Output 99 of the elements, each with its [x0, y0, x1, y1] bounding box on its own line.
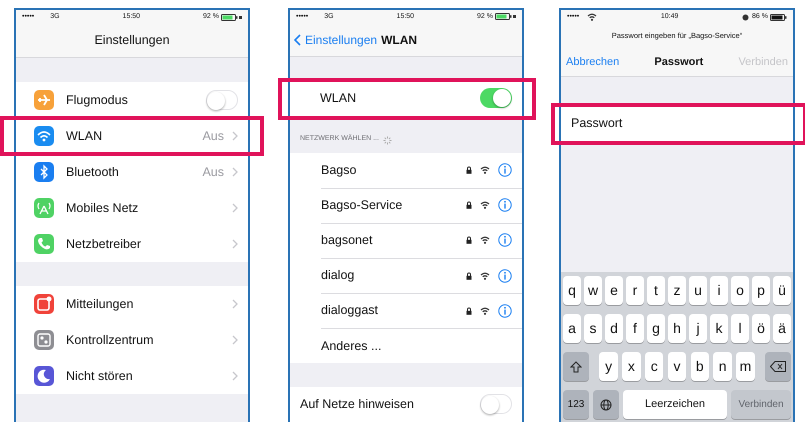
keyboard-key[interactable]: n	[713, 352, 732, 381]
chevron-icon	[232, 299, 238, 309]
settings-row[interactable]: WLAN	[290, 80, 522, 116]
chevron-icon	[232, 371, 238, 381]
settings-row[interactable]: Auf Netze hinweisen	[290, 386, 522, 422]
screen-title: WLAN	[381, 32, 418, 49]
shift-arrow-icon	[570, 360, 582, 372]
network-name: Bagso	[321, 162, 358, 179]
network-name: dialog	[321, 267, 356, 284]
keyboard-key[interactable]: w	[584, 276, 602, 305]
info-icon[interactable]	[498, 268, 512, 283]
keyboard-key[interactable]: j	[689, 314, 707, 343]
keyboard-key[interactable]: c	[644, 352, 664, 381]
toggle-switch[interactable]	[480, 88, 512, 108]
keyboard-key[interactable]: d	[605, 314, 623, 343]
chevron-icon	[232, 335, 238, 345]
settings-row[interactable]: Kontrollzentrum	[16, 322, 248, 358]
settings-row[interactable]: Flugmodus	[16, 82, 248, 118]
keyboard-key[interactable]: y	[599, 352, 618, 381]
keyboard-key[interactable]: v	[668, 352, 686, 381]
wifi-icon	[587, 13, 598, 21]
keyboard-key[interactable]: p	[752, 276, 770, 305]
settings-row[interactable]: Nicht stören	[16, 358, 248, 394]
spinner-icon	[382, 136, 392, 145]
network-row[interactable]: Bagso-Service	[290, 188, 522, 223]
keyboard-key[interactable]: e	[605, 276, 623, 305]
row-label: Flugmodus	[66, 92, 129, 109]
chevron-icon	[232, 239, 238, 249]
network-name: dialoggast	[321, 302, 379, 320]
keyboard-key[interactable]: h	[668, 314, 686, 343]
backspace-icon	[770, 361, 786, 372]
info-icon[interactable]	[498, 163, 512, 178]
back-chevron-icon	[294, 34, 301, 46]
network-row[interactable]: dialog	[290, 258, 522, 294]
keyboard-key[interactable]: g	[647, 314, 665, 343]
wifi-icon	[480, 201, 490, 210]
network-name: bagsonet	[321, 232, 374, 250]
screen-title: Passwort	[654, 54, 704, 70]
keyboard-key[interactable]: k	[710, 314, 728, 343]
settings-row[interactable]: Bluetooth Aus	[16, 154, 248, 190]
row-label: WLAN	[320, 90, 358, 107]
row-label: WLAN	[66, 128, 104, 145]
keyboard-key[interactable]: i	[710, 276, 728, 305]
screen-title: Einstellungen	[94, 32, 170, 50]
row-label: Bluetooth	[66, 164, 120, 181]
keyboard-key[interactable]: t	[647, 276, 665, 305]
network-row[interactable]: dialoggast	[290, 293, 522, 328]
globe-icon	[600, 398, 612, 410]
row-label: Mobiles Netz	[66, 200, 140, 217]
keyboard-key[interactable]: l	[731, 314, 749, 343]
network-name: Bagso-Service	[321, 196, 404, 214]
back-link[interactable]: Einstellungen	[294, 30, 378, 49]
row-label: Auf Netze hinweisen	[300, 396, 415, 414]
keyboard-key[interactable]: s	[584, 314, 602, 343]
keyboard-key[interactable]: ä	[773, 314, 791, 343]
info-icon[interactable]	[498, 198, 512, 212]
keyboard-key[interactable]: m	[736, 352, 755, 381]
keyboard-key[interactable]: z	[668, 276, 686, 305]
row-value: Aus	[202, 164, 224, 181]
keyboard-key[interactable]: f	[626, 314, 644, 343]
row-label: Netzbetreiber	[66, 236, 142, 253]
delete-key[interactable]	[765, 352, 791, 381]
chevron-icon	[232, 167, 238, 177]
keyboard-key[interactable]: x	[622, 352, 641, 381]
wifi-icon	[480, 272, 490, 280]
keyboard-key[interactable]: b	[690, 352, 710, 381]
network-row[interactable]: bagsonet	[290, 222, 522, 258]
keyboard-key[interactable]: ö	[752, 314, 770, 343]
row-label: Kontrollzentrum	[66, 332, 155, 349]
keyboard-key[interactable]: a	[563, 314, 581, 343]
toggle-switch[interactable]	[206, 90, 238, 110]
globe-key[interactable]	[593, 390, 619, 419]
chevron-icon	[232, 203, 238, 213]
wifi-icon	[480, 166, 490, 174]
cancel-button[interactable]: Abbrechen	[565, 52, 620, 72]
network-row[interactable]: Bagso	[290, 152, 522, 188]
keyboard-key[interactable]: ü	[773, 276, 791, 305]
wifi-icon	[480, 306, 490, 315]
shift-key[interactable]	[563, 352, 589, 381]
keyboard-key[interactable]: q	[563, 276, 581, 305]
password-field[interactable]: Passwort	[561, 105, 793, 142]
settings-row[interactable]: Mitteilungen	[16, 286, 248, 322]
wifi-icon	[480, 236, 490, 244]
keyboard-key[interactable]: r	[626, 276, 644, 305]
keyboard-key[interactable]: u	[689, 276, 707, 305]
row-value: Aus	[202, 128, 224, 145]
row-label: Mitteilungen	[66, 296, 134, 313]
space-key[interactable]: Leerzeichen	[623, 390, 727, 419]
numbers-key[interactable]: 123	[563, 390, 589, 419]
info-icon[interactable]	[498, 233, 512, 248]
info-icon[interactable]	[498, 304, 512, 318]
network-name: Anderes ...	[321, 338, 382, 354]
network-row[interactable]: Anderes ...	[290, 328, 522, 364]
row-label: Nicht stören	[66, 368, 134, 385]
settings-row[interactable]: Mobiles Netz	[16, 190, 248, 226]
chevron-icon	[232, 131, 238, 141]
settings-row[interactable]: Netzbetreiber	[16, 226, 248, 262]
keyboard-key[interactable]: o	[731, 276, 749, 305]
toggle-switch[interactable]	[480, 394, 512, 414]
